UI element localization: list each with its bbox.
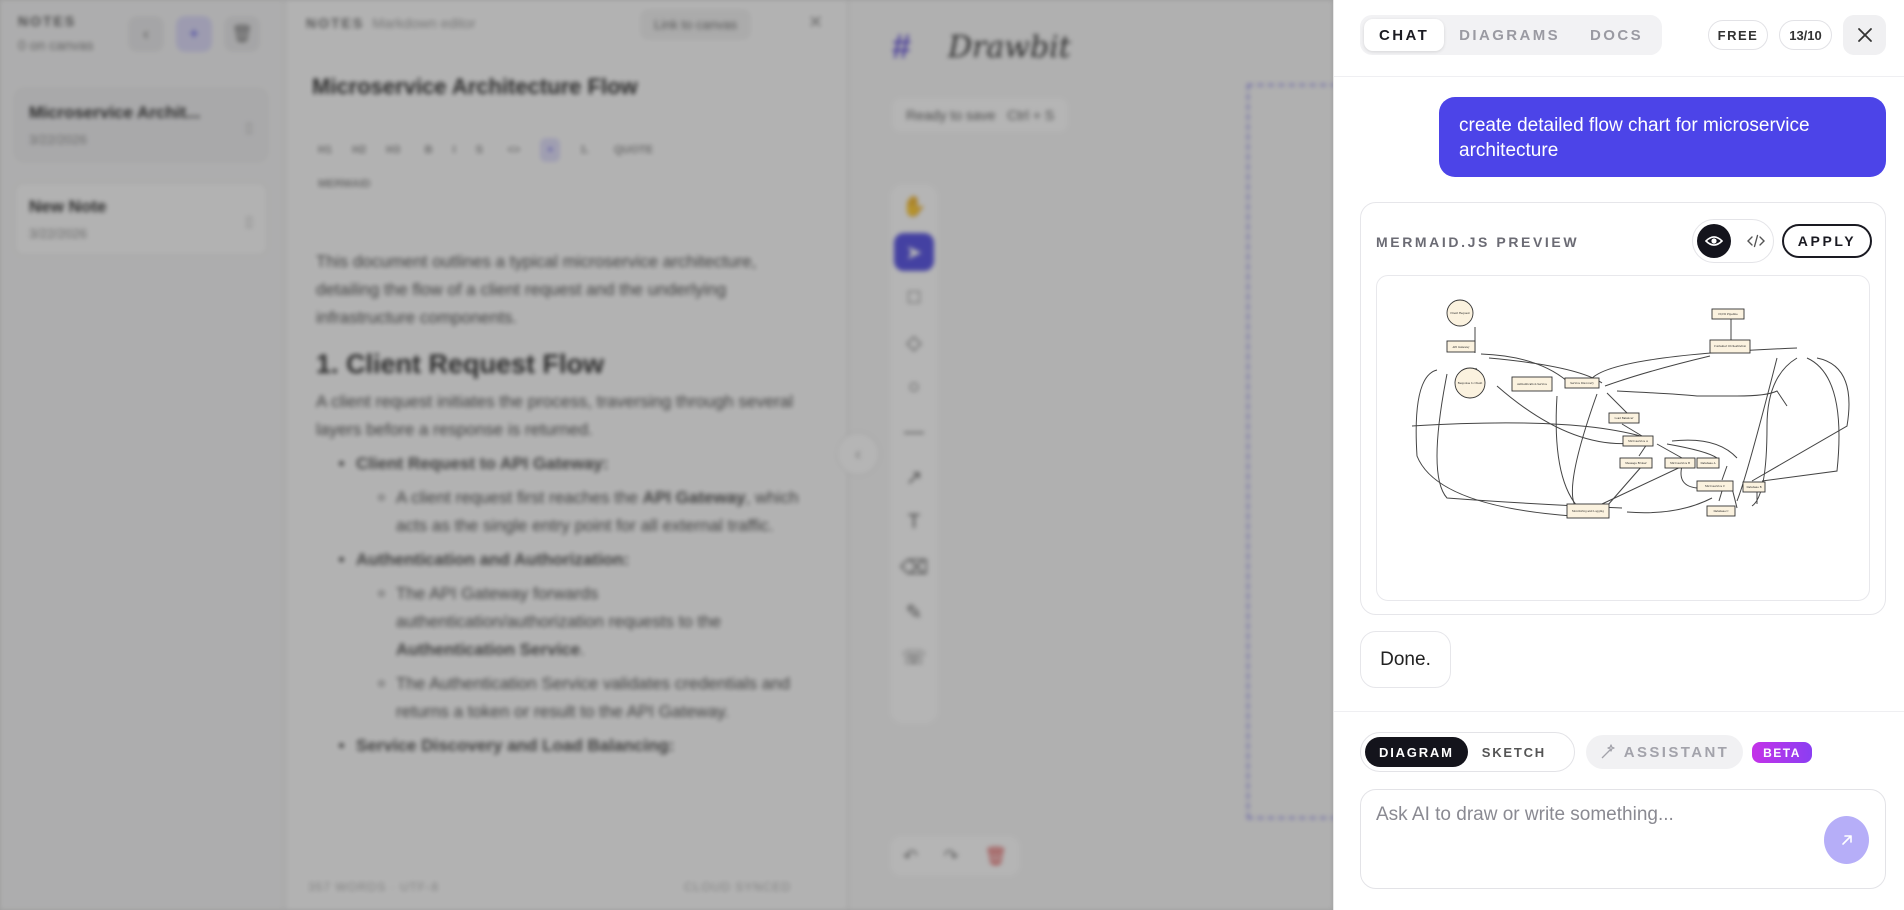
preview-label: MERMAID.JS PREVIEW bbox=[1376, 234, 1580, 250]
tab-chat[interactable]: CHAT bbox=[1364, 19, 1445, 51]
node-label: Database B bbox=[1746, 485, 1761, 489]
flowchart-svg: Client Request API Gateway Authenticatio… bbox=[1411, 299, 1850, 519]
node-label: Microservice A bbox=[1628, 439, 1648, 443]
preview-view-button[interactable] bbox=[1697, 224, 1731, 258]
beta-badge: BETA bbox=[1752, 742, 1812, 763]
node-label: Response to Client bbox=[1458, 381, 1484, 385]
tab-diagrams[interactable]: DIAGRAMS bbox=[1444, 19, 1575, 51]
tab-docs[interactable]: DOCS bbox=[1575, 19, 1658, 51]
node-label: Database C bbox=[1713, 509, 1728, 513]
mode-sketch-button[interactable]: SKETCH bbox=[1468, 737, 1560, 767]
assistant-button[interactable]: ASSISTANT bbox=[1586, 735, 1743, 769]
mode-diagram-button[interactable]: DIAGRAM bbox=[1365, 737, 1468, 767]
assistant-message: Done. bbox=[1360, 631, 1451, 688]
code-icon bbox=[1747, 234, 1765, 248]
node-label: Container Orchestration bbox=[1714, 344, 1747, 348]
code-view-button[interactable] bbox=[1739, 224, 1773, 258]
divider bbox=[1334, 711, 1904, 712]
prompt-input[interactable] bbox=[1376, 800, 1796, 830]
eye-icon bbox=[1705, 236, 1723, 246]
plan-badge: FREE bbox=[1708, 20, 1768, 50]
close-panel-button[interactable] bbox=[1843, 15, 1886, 55]
modal-backdrop[interactable] bbox=[0, 0, 1333, 910]
assistant-label: ASSISTANT bbox=[1623, 743, 1730, 761]
sparkle-wand-icon bbox=[1601, 744, 1615, 759]
view-toggle bbox=[1692, 219, 1774, 263]
divider bbox=[1334, 76, 1904, 77]
node-label: Service Discovery bbox=[1570, 381, 1594, 385]
node-label: Microservice B bbox=[1670, 461, 1690, 465]
node-label: CI/CD Pipeline bbox=[1718, 312, 1738, 316]
apply-button[interactable]: APPLY bbox=[1782, 224, 1872, 258]
close-icon bbox=[1857, 28, 1872, 42]
node-label: Authentication Service bbox=[1516, 382, 1548, 386]
node-label: Message Broker bbox=[1625, 461, 1647, 465]
node-label: Monitoring and Logging bbox=[1572, 509, 1604, 513]
node-label: Load Balancer bbox=[1614, 416, 1634, 420]
user-message: create detailed flow chart for microserv… bbox=[1439, 97, 1886, 177]
send-button[interactable] bbox=[1824, 816, 1869, 864]
arrow-up-right-icon bbox=[1841, 835, 1852, 845]
panel-tabs: CHAT DIAGRAMS DOCS bbox=[1360, 15, 1662, 55]
prompt-composer bbox=[1360, 789, 1886, 889]
usage-counter: 13/10 bbox=[1779, 20, 1832, 50]
node-label: Client Request bbox=[1450, 311, 1470, 315]
node-label: Microservice C bbox=[1705, 484, 1725, 488]
mermaid-preview-card: MERMAID.JS PREVIEW APPLY Client Request … bbox=[1360, 202, 1886, 615]
ai-chat-panel: CHAT DIAGRAMS DOCS FREE 13/10 create det… bbox=[1333, 0, 1904, 910]
node-label: API Gateway bbox=[1452, 345, 1470, 349]
node-label: Database A bbox=[1701, 461, 1716, 465]
mode-selector: DIAGRAM SKETCH bbox=[1360, 732, 1575, 772]
mermaid-diagram: Client Request API Gateway Authenticatio… bbox=[1376, 275, 1870, 601]
